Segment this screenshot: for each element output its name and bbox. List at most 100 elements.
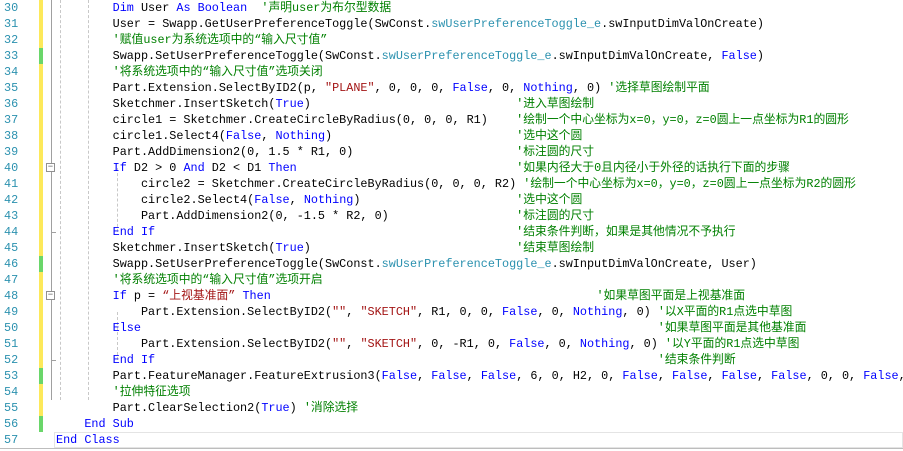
code-line[interactable]: 37 circle1 = Sketchmer.CreateCircleByRad… [0,112,903,128]
code-text: Else '如果草图平面是其他基准面 [56,320,807,336]
code-token: , [707,369,722,383]
code-token: , [756,369,772,383]
code-line[interactable]: 53 Part.FeatureManager.FeatureExtrusion3… [0,368,903,384]
code-token: .swInputDimValOnCreate, [551,49,722,63]
code-line[interactable]: 47 '将系统选项中的“输入尺寸值”选项开启 [0,272,903,288]
line-number: 52 [4,353,19,367]
keyword-token: Boolean [197,1,248,15]
code-line[interactable]: 35 Part.Extension.SelectByID2(p, "PLANE"… [0,80,903,96]
code-line[interactable]: 45 Sketchmer.InsertSketch(True) '结束草图绘制 [0,240,903,256]
code-line[interactable]: 30 Dim User As Boolean '声明user为布尔型数据 [0,0,903,16]
code-line[interactable]: 52 End If '结束条件判断 [0,352,903,368]
code-text: Part.FeatureManager.FeatureExtrusion3(Fa… [56,368,903,384]
code-token: , 0, -R1, 0, [417,337,510,351]
code-text: circle1 = Sketchmer.CreateCircleByRadius… [56,112,849,128]
collapse-icon[interactable]: − [46,163,55,172]
unsaved-change-marker [39,80,43,96]
unsaved-change-marker [39,304,43,320]
code-line[interactable]: 48 − If p = “上视基准面” Then '如果草图平面是上视基准面 [0,288,903,304]
code-line[interactable]: 55 Part.ClearSelection2(True) '消除选择 [0,400,903,416]
code-line[interactable]: 46 Swapp.SetUserPreferenceToggle(SwConst… [0,256,903,272]
code-text: Swapp.SetUserPreferenceToggle(SwConst.sw… [56,48,764,64]
code-line[interactable]: 57 End Class [0,432,903,448]
code-text: '拉伸特征选项 [56,384,191,400]
comment-token: '选择草图绘制平面 [608,81,710,95]
collapse-icon[interactable]: − [46,291,55,300]
code-line[interactable]: 54 '拉伸特征选项 [0,384,903,400]
keyword-token: As [176,1,191,15]
code-text: If D2 > 0 And D2 < D1 Then '如果内径大于0且内径小于… [56,160,790,176]
line-number: 31 [4,17,19,31]
code-text: Sketchmer.InsertSketch(True) '进入草图绘制 [56,96,594,112]
code-text: Dim User As Boolean '声明user为布尔型数据 [56,0,392,16]
keyword-token: False [721,369,757,383]
line-number: 53 [4,369,19,383]
keyword-token: Nothing [572,305,623,319]
code-text: Part.ClearSelection2(True) '消除选择 [56,400,358,416]
code-line[interactable]: 33 Swapp.SetUserPreferenceToggle(SwConst… [0,48,903,64]
unsaved-change-marker [39,16,43,32]
keyword-token: False [771,369,807,383]
code-text: Swapp.SetUserPreferenceToggle(SwConst.sw… [56,256,757,272]
keyword-token: Nothing [303,193,354,207]
code-token: p = [126,289,163,303]
code-token: ) [303,241,517,255]
code-line[interactable]: 49 Part.Extension.SelectByID2("", "SKETC… [0,304,903,320]
comment-token: '结束草图绘制 [516,241,595,255]
code-token: circle2 = Sketchmer.CreateCircleByRadius… [56,177,524,191]
code-token: , [346,337,361,351]
unsaved-change-marker [39,352,43,368]
code-line[interactable]: 43 Part.AddDimension2(0, -1.5 * R2, 0) '… [0,208,903,224]
code-line[interactable]: 31 User = Swapp.GetUserPreferenceToggle(… [0,16,903,32]
code-line[interactable]: 38 circle1.Select4(False, Nothing) '选中这个… [0,128,903,144]
code-line[interactable]: 42 circle2.Select4(False, Nothing) '选中这个… [0,192,903,208]
code-editor[interactable]: 30 Dim User As Boolean '声明user为布尔型数据 31 U… [0,0,903,451]
code-token: , [417,369,432,383]
line-number: 43 [4,209,19,223]
code-token: , R1, 0, 0, [417,305,503,319]
line-number: 40 [4,161,19,175]
code-line[interactable]: 41 circle2 = Sketchmer.CreateCircleByRad… [0,176,903,192]
code-text: '将系统选项中的“输入尺寸值”选项开启 [56,272,323,288]
keyword-token: If [112,289,127,303]
code-token: , [657,369,672,383]
code-text: If p = “上视基准面” Then '如果草图平面是上视基准面 [56,288,745,304]
keyword-token: Nothing [523,81,573,95]
code-line[interactable]: 40 − If D2 > 0 And D2 < D1 Then '如果内径大于0且… [0,160,903,176]
line-number: 39 [4,145,19,159]
code-line[interactable]: 56 End Sub [0,416,903,432]
code-text: End If '结束条件判断 [56,352,736,368]
keyword-token: Dim [112,1,134,15]
string-token: "SKETCH" [360,337,418,351]
code-token: , 0) [629,337,665,351]
keyword-token: False [502,305,538,319]
unsaved-change-marker [39,32,43,48]
unsaved-change-marker [39,336,43,352]
keyword-token: False [509,337,545,351]
code-line[interactable]: 44 End If '结束条件判断，如果是其他情况不予执行 [0,224,903,240]
unsaved-change-marker [39,224,43,240]
code-line[interactable]: 32 '赋值user为系统选项中的“输入尺寸值” [0,32,903,48]
code-text: Sketchmer.InsertSketch(True) '结束草图绘制 [56,240,594,256]
code-line[interactable]: 50 Else '如果草图平面是其他基准面 [0,320,903,336]
code-token: ) [353,193,517,207]
code-text: End If '结束条件判断，如果是其他情况不予执行 [56,224,736,240]
keyword-token: Then [268,161,297,175]
code-token: D2 > 0 [126,161,184,175]
code-line[interactable]: 39 Part.AddDimension2(0, 1.5 * R1, 0) '标… [0,144,903,160]
code-line[interactable]: 36 Sketchmer.InsertSketch(True) '进入草图绘制 [0,96,903,112]
code-line[interactable]: 51 Part.Extension.SelectByID2("", "SKETC… [0,336,903,352]
code-token: , 0, 0, [806,369,864,383]
unsaved-change-marker [39,0,43,16]
unsaved-change-marker [39,320,43,336]
code-line[interactable]: 34 '将系统选项中的“输入尺寸值”选项关闭 [0,64,903,80]
code-token: , 0, 0, 0, [374,81,453,95]
keyword-token: False [863,369,899,383]
code-text: Part.Extension.SelectByID2("", "SKETCH",… [56,336,799,352]
editor-bottom-border [0,448,903,449]
